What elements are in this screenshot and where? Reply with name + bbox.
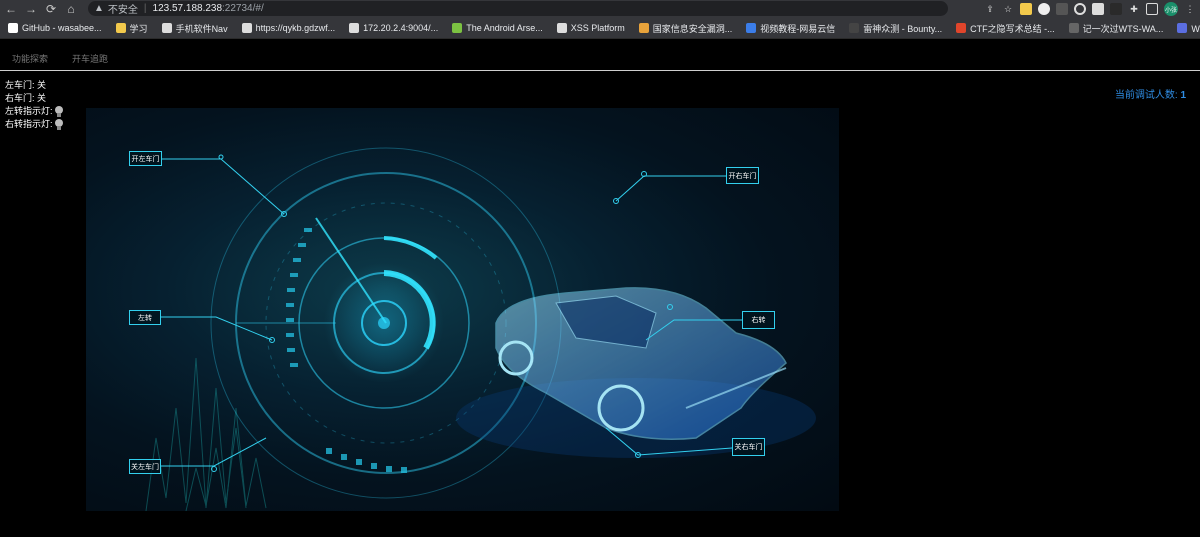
- extensions-bar: ⇪ ☆ ✚ 小张 ⋮: [984, 1, 1196, 17]
- status-panel: 左车门: 关 右车门: 关 左转指示灯: 右转指示灯:: [5, 79, 63, 131]
- puzzle-icon[interactable]: ✚: [1128, 3, 1140, 15]
- bookmark-icon: [452, 23, 463, 33]
- bookmark-label: 视频教程-网易云信: [760, 23, 836, 34]
- bookmark-icon: [161, 23, 172, 33]
- bookmark-item[interactable]: XSS Platform: [556, 23, 625, 33]
- url-host: 123.57.188.238: [152, 3, 223, 14]
- bookmark-icon: [8, 23, 18, 33]
- close-left-door-button[interactable]: 关左车门: [129, 459, 161, 474]
- browser-toolbar: ← → ⟳ ⌂ ▲ 不安全 | 123.57.188.238:22734/#/ …: [0, 0, 1200, 18]
- online-number: 1: [1180, 90, 1186, 101]
- menu-icon[interactable]: ⋮: [1184, 3, 1196, 15]
- bookmark-item[interactable]: https://qykb.gdzwf...: [241, 23, 336, 33]
- bookmark-item[interactable]: Windows系统攻击...: [1177, 22, 1200, 35]
- online-label: 当前调试人数:: [1114, 90, 1178, 101]
- bookmark-label: 国家信息安全漏洞...: [652, 23, 733, 34]
- left-indicator-row: 左转指示灯:: [5, 105, 63, 118]
- home-icon[interactable]: ⌂: [62, 0, 80, 18]
- bookmark-item[interactable]: GitHub - wasabee...: [8, 23, 102, 33]
- bookmark-label: 手机软件Nav: [175, 23, 228, 34]
- car-control-hud: 开左车门 左转 关左车门 开右车门 右转 关右车门: [86, 108, 839, 511]
- bookmark-icon: [241, 23, 252, 33]
- bookmark-item[interactable]: CTF之隐写术总结 -...: [956, 22, 1055, 35]
- turn-left-button[interactable]: 左转: [129, 310, 161, 325]
- bookmark-label: 学习: [129, 23, 148, 34]
- app-nav: 功能探索 开车追跑: [0, 47, 1200, 71]
- bookmark-label: 雷神众测 - Bounty...: [863, 23, 943, 34]
- bookmark-item[interactable]: The Android Arse...: [452, 23, 543, 33]
- bookmark-icon: [1177, 23, 1188, 33]
- bookmark-icon: [556, 23, 567, 33]
- forward-icon[interactable]: →: [22, 0, 40, 18]
- bookmark-icon: [638, 23, 649, 33]
- bookmark-item[interactable]: 学习: [115, 22, 148, 35]
- star-icon[interactable]: ☆: [1002, 3, 1014, 15]
- back-icon[interactable]: ←: [2, 0, 20, 18]
- bulb-icon: [54, 119, 63, 130]
- open-left-door-button[interactable]: 开左车门: [129, 151, 162, 166]
- warning-icon: ▲: [94, 3, 104, 14]
- bookmark-label: 记一次过WTS-WA...: [1082, 23, 1164, 34]
- extension-icon[interactable]: [1074, 3, 1086, 15]
- left-indicator-label: 左转指示灯:: [5, 106, 53, 116]
- extension-icon[interactable]: [1020, 3, 1032, 15]
- turn-right-button[interactable]: 右转: [742, 311, 775, 329]
- security-label: 不安全: [107, 5, 138, 16]
- right-indicator-row: 右转指示灯:: [5, 118, 63, 131]
- bookmark-item[interactable]: 手机软件Nav: [161, 22, 228, 35]
- tab-drive[interactable]: 开车追跑: [72, 52, 108, 65]
- avatar[interactable]: 小张: [1164, 2, 1178, 16]
- open-right-door-button[interactable]: 开右车门: [726, 167, 759, 184]
- left-door-status: 左车门: 关: [5, 80, 47, 90]
- bookmark-icon: [746, 23, 757, 33]
- url-divider: |: [143, 3, 147, 14]
- bookmark-icon: [115, 23, 126, 33]
- bookmark-label: XSS Platform: [570, 23, 625, 33]
- bookmark-label: CTF之隐写术总结 -...: [970, 23, 1055, 34]
- bulb-icon: [54, 106, 63, 117]
- bookmark-label: The Android Arse...: [466, 23, 543, 33]
- close-right-door-button[interactable]: 关右车门: [732, 438, 765, 456]
- online-count: 当前调试人数: 1: [1115, 86, 1186, 101]
- bookmark-label: GitHub - wasabee...: [22, 23, 102, 33]
- sidepanel-icon[interactable]: [1146, 3, 1158, 15]
- right-indicator-label: 右转指示灯:: [5, 119, 53, 129]
- address-bar[interactable]: ▲ 不安全 | 123.57.188.238:22734/#/: [88, 1, 948, 16]
- bookmark-item[interactable]: 记一次过WTS-WA...: [1068, 22, 1164, 35]
- bookmark-label: https://qykb.gdzwf...: [255, 23, 336, 33]
- url-path: :22734/#/: [222, 3, 264, 14]
- bookmarks-bar: GitHub - wasabee... 学习 手机软件Nav https://qykb…: [0, 18, 1200, 39]
- bookmark-item[interactable]: 视频教程-网易云信: [746, 22, 835, 35]
- bookmark-icon: [349, 23, 360, 33]
- bookmark-item[interactable]: 172.20.2.4:9004/...: [349, 23, 438, 33]
- bookmark-label: Windows系统攻击...: [1191, 23, 1200, 34]
- bookmark-icon: [849, 23, 860, 33]
- bookmark-icon: [1068, 23, 1079, 33]
- extension-icon[interactable]: [1092, 3, 1104, 15]
- extension-icon[interactable]: [1110, 3, 1122, 15]
- share-icon[interactable]: ⇪: [984, 3, 996, 15]
- reload-icon[interactable]: ⟳: [42, 0, 60, 18]
- bookmark-item[interactable]: 国家信息安全漏洞...: [638, 22, 733, 35]
- extension-icon[interactable]: [1038, 3, 1050, 15]
- bookmark-label: 172.20.2.4:9004/...: [363, 23, 439, 33]
- bookmark-icon: [956, 23, 967, 33]
- right-door-status: 右车门: 关: [5, 93, 47, 103]
- bookmark-item[interactable]: 雷神众测 - Bounty...: [849, 22, 942, 35]
- extension-icon[interactable]: [1056, 3, 1068, 15]
- tab-feature-explore[interactable]: 功能探索: [12, 52, 48, 65]
